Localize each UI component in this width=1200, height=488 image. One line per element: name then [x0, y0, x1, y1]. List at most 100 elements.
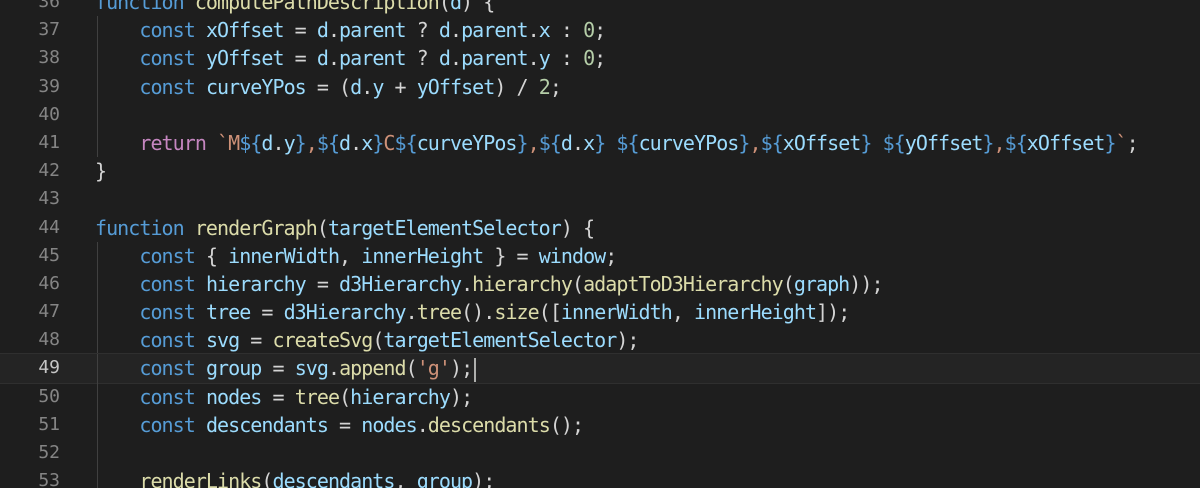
code-token: const — [139, 46, 195, 71]
code-token: } = — [483, 243, 539, 268]
code-line[interactable]: 39 const curveYPos = (d.y + yOffset) / 2… — [0, 72, 1200, 101]
code-text[interactable]: const hierarchy = d3Hierarchy.hierarchy(… — [95, 270, 883, 298]
code-token: innerWidth — [560, 300, 673, 325]
code-line[interactable]: 36 function computePathDescription(d) { — [0, 0, 1200, 16]
code-token: curveYPos — [638, 130, 740, 155]
code-token: ) { — [461, 0, 495, 14]
code-token: = — [327, 412, 362, 437]
code-token: renderGraph — [194, 215, 318, 240]
code-line[interactable]: 40 — [0, 100, 1200, 129]
code-token: tree — [294, 384, 340, 409]
code-token: const — [139, 300, 195, 325]
code-text[interactable]: const group = svg.append('g'); — [95, 354, 477, 382]
code-token: hierarchy — [350, 384, 451, 409]
code-token: } — [95, 159, 107, 184]
code-line[interactable]: 38 const yOffset = d.parent ? d.parent.y… — [0, 44, 1200, 73]
code-token: ( — [571, 271, 584, 296]
code-text[interactable]: const tree = d3Hierarchy.tree().size([in… — [95, 298, 850, 326]
code-line[interactable]: 49 const group = svg.append('g'); — [0, 353, 1200, 384]
code-token: parent — [461, 46, 528, 71]
code-editor[interactable]: 36 function computePathDescription(d) {37… — [0, 0, 1200, 488]
code-token: ( — [339, 384, 351, 409]
code-text[interactable]: return `M${d.y},${d.x}C${curveYPos},${d.… — [95, 129, 1138, 157]
code-text[interactable]: function computePathDescription(d) { — [95, 0, 495, 16]
code-token: x — [361, 130, 373, 155]
code-token: tree — [416, 300, 462, 325]
code-text[interactable]: const nodes = tree(hierarchy); — [95, 383, 473, 411]
code-token: ) { — [560, 215, 595, 240]
code-text[interactable]: const xOffset = d.parent ? d.parent.x : … — [95, 16, 606, 44]
code-token: tree — [205, 300, 251, 325]
code-text[interactable]: const descendants = nodes.descendants(); — [95, 411, 584, 439]
code-line[interactable]: 47 const tree = d3Hierarchy.tree().size(… — [0, 298, 1200, 327]
code-token: function — [95, 215, 185, 240]
code-text[interactable]: } — [95, 157, 107, 185]
code-lines[interactable]: 36 function computePathDescription(d) {37… — [0, 0, 1200, 488]
code-token: descendants — [272, 469, 395, 488]
code-line[interactable]: 52 — [0, 439, 1200, 468]
code-text[interactable]: const yOffset = d.parent ? d.parent.y : … — [95, 44, 606, 72]
code-line[interactable]: 51 const descendants = nodes.descendants… — [0, 410, 1200, 439]
code-token: , — [394, 469, 417, 488]
code-line[interactable]: 46 const hierarchy = d3Hierarchy.hierarc… — [0, 269, 1200, 299]
code-token: hierarchy — [472, 271, 573, 296]
code-token: nodes — [205, 384, 262, 409]
code-line[interactable]: 50 const nodes = tree(hierarchy); — [0, 382, 1200, 411]
code-text[interactable]: function renderGraph(targetElementSelect… — [95, 214, 595, 242]
code-token: 0 — [583, 46, 595, 71]
code-token: ; — [549, 74, 562, 99]
code-token: . — [327, 46, 340, 71]
code-token: d — [438, 46, 451, 71]
line-number: 52 — [38, 442, 60, 463]
code-token: ; — [594, 18, 606, 43]
line-number: 53 — [38, 470, 60, 488]
code-token: , — [993, 130, 1006, 155]
code-token: d3Hierarchy — [339, 271, 462, 296]
code-token: computePathDescription — [194, 0, 440, 14]
code-text[interactable]: const curveYPos = (d.y + yOffset) / 2; — [95, 73, 561, 101]
code-line[interactable]: 41 return `M${d.y},${d.x}C${curveYPos},$… — [0, 128, 1200, 158]
code-line[interactable]: 43 — [0, 185, 1200, 213]
code-token: . — [350, 130, 362, 155]
code-line[interactable]: 48 const svg = createSvg(targetElementSe… — [0, 326, 1200, 355]
code-token: yOffset — [205, 46, 285, 71]
line-number: 50 — [38, 385, 60, 407]
code-token: ; — [1126, 130, 1139, 155]
line-number: 47 — [38, 301, 60, 323]
code-text[interactable]: const { innerWidth, innerHeight } = wind… — [95, 242, 617, 270]
line-number: 45 — [38, 244, 60, 266]
code-line[interactable]: 37 const xOffset = d.parent ? d.parent.x… — [0, 16, 1200, 45]
code-token: const — [139, 18, 195, 43]
code-token: C — [383, 130, 395, 155]
code-token: . — [449, 18, 462, 43]
code-token: ); — [449, 356, 473, 381]
code-token: group — [416, 469, 473, 488]
code-token: xOffset — [1026, 130, 1106, 155]
code-token: = — [250, 300, 284, 325]
code-token: ( — [438, 0, 451, 14]
code-line[interactable]: 42} — [0, 157, 1200, 185]
code-token: . — [527, 18, 540, 43]
code-token: } — [1104, 130, 1116, 155]
code-line[interactable]: 44 function renderGraph(targetElementSele… — [0, 214, 1200, 242]
code-line[interactable]: 45 const { innerWidth, innerHeight } = w… — [0, 241, 1200, 270]
code-token: ${ — [760, 130, 784, 155]
code-text[interactable]: renderLinks(descendants, group); — [95, 467, 495, 488]
code-token: = — [283, 46, 317, 71]
code-token: . — [272, 130, 284, 155]
text-cursor — [474, 357, 477, 382]
code-token: append — [339, 356, 406, 381]
code-text[interactable]: const svg = createSvg(targetElementSelec… — [95, 326, 639, 354]
code-token: . — [572, 130, 584, 155]
code-token: xOffset — [205, 18, 285, 43]
code-line[interactable]: 53 renderLinks(descendants, group); — [0, 467, 1200, 488]
